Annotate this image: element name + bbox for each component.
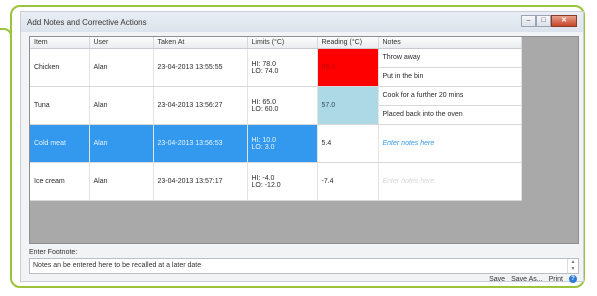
limit-lo: LO: 74.0 bbox=[251, 67, 279, 75]
cell-user[interactable]: Alan bbox=[89, 162, 154, 201]
cell-taken-at[interactable]: 23-04-2013 13:55:55 bbox=[153, 48, 248, 87]
minimize-button[interactable]: – bbox=[521, 15, 536, 27]
col-header-notes[interactable]: Notes bbox=[378, 37, 522, 49]
cell-taken-at[interactable]: 23-04-2013 13:56:27 bbox=[153, 86, 248, 125]
col-header-user[interactable]: User bbox=[89, 37, 154, 49]
notes-input-cell[interactable]: Enter notes here bbox=[378, 124, 522, 163]
cell-item[interactable]: Cold meat bbox=[30, 124, 90, 163]
table-row-chicken[interactable]: Chicken Alan 23-04-2013 13:55:55 HI: 78.… bbox=[30, 48, 522, 87]
window-title: Add Notes and Corrective Actions bbox=[27, 18, 147, 27]
cell-taken-at[interactable]: 23-04-2013 13:57:17 bbox=[153, 162, 248, 201]
limit-hi: HI: 65.0 bbox=[251, 98, 277, 106]
cell-reading[interactable]: 5.4 bbox=[317, 124, 379, 163]
cell-reading-out-of-range[interactable]: 69.0 bbox=[317, 48, 379, 87]
cell-limits[interactable]: HI: -4.0 LO: -12.0 bbox=[247, 162, 318, 201]
maximize-button[interactable]: □ bbox=[536, 15, 551, 27]
cell-user[interactable]: Alan bbox=[89, 124, 154, 163]
footnote-text[interactable]: Notes an be entered here to be recalled … bbox=[33, 262, 201, 269]
cell-limits[interactable]: HI: 65.0 LO: 60.0 bbox=[247, 86, 318, 125]
limit-hi: HI: 78.0 bbox=[251, 60, 277, 68]
cell-limits[interactable]: HI: 10.0 LO: 3.0 bbox=[247, 124, 318, 163]
limit-lo: LO: 3.0 bbox=[251, 143, 275, 151]
save-as-button[interactable]: Save As... bbox=[511, 276, 543, 283]
note-entry[interactable]: Placed back into the oven bbox=[379, 106, 521, 124]
header-row: Item User Taken At Limits (°C) Reading (… bbox=[30, 37, 522, 49]
table-row-ice-cream[interactable]: Ice cream Alan 23-04-2013 13:57:17 HI: -… bbox=[30, 162, 522, 201]
cell-item[interactable]: Tuna bbox=[30, 86, 90, 125]
cell-user[interactable]: Alan bbox=[89, 86, 154, 125]
save-button[interactable]: Save bbox=[489, 276, 505, 283]
cell-limits[interactable]: HI: 78.0 LO: 74.0 bbox=[247, 48, 318, 87]
notes-input-placeholder[interactable]: Enter notes here bbox=[383, 140, 435, 147]
note-entry[interactable]: Put in the bin bbox=[379, 68, 521, 86]
help-icon[interactable]: ? bbox=[569, 275, 577, 283]
limit-lo: LO: 60.0 bbox=[251, 105, 279, 113]
notes-input-cell[interactable]: Enter notes here bbox=[378, 162, 522, 201]
table-row-tuna[interactable]: Tuna Alan 23-04-2013 13:56:27 HI: 65.0 L… bbox=[30, 86, 522, 125]
col-header-item[interactable]: Item bbox=[30, 37, 90, 49]
close-button[interactable]: ✕ bbox=[551, 15, 577, 27]
cell-reading[interactable]: -7.4 bbox=[317, 162, 379, 201]
cell-notes: Cook for a further 20 mins Placed back i… bbox=[378, 86, 522, 125]
cell-taken-at[interactable]: 23-04-2013 13:56:53 bbox=[153, 124, 248, 163]
col-header-taken-at[interactable]: Taken At bbox=[153, 37, 248, 49]
cell-notes: Throw away Put in the bin bbox=[378, 48, 522, 87]
cell-item[interactable]: Chicken bbox=[30, 48, 90, 87]
table-row-cold-meat-selected[interactable]: Cold meat Alan 23-04-2013 13:56:53 HI: 1… bbox=[30, 124, 522, 163]
window-controls: – □ ✕ bbox=[521, 15, 577, 28]
print-button[interactable]: Print bbox=[549, 276, 563, 283]
title-bar: Add Notes and Corrective Actions – □ ✕ bbox=[21, 12, 583, 32]
col-header-limits[interactable]: Limits (°C) bbox=[247, 37, 318, 49]
limit-lo: LO: -12.0 bbox=[251, 181, 281, 189]
dialog-window: Add Notes and Corrective Actions – □ ✕ I… bbox=[20, 11, 584, 283]
data-grid: Item User Taken At Limits (°C) Reading (… bbox=[29, 36, 579, 244]
action-bar: Save Save As... Print ? bbox=[489, 275, 577, 283]
notes-table: Item User Taken At Limits (°C) Reading (… bbox=[30, 37, 522, 201]
limit-hi: HI: -4.0 bbox=[251, 174, 275, 182]
limit-hi: HI: 10.0 bbox=[251, 136, 277, 144]
footnote-scrollbar[interactable]: ▲ ▼ bbox=[567, 259, 578, 273]
note-entry[interactable]: Cook for a further 20 mins bbox=[378, 87, 520, 106]
cell-item[interactable]: Ice cream bbox=[30, 162, 90, 201]
footnote-field[interactable]: Notes an be entered here to be recalled … bbox=[29, 258, 579, 274]
notes-input-placeholder[interactable]: Enter notes here bbox=[383, 178, 435, 185]
footnote-label: Enter Footnote: bbox=[29, 249, 78, 256]
note-entry[interactable]: Throw away bbox=[378, 49, 520, 68]
cell-reading-low[interactable]: 57.0 bbox=[317, 86, 379, 125]
col-header-reading[interactable]: Reading (°C) bbox=[317, 37, 379, 49]
cell-user[interactable]: Alan bbox=[89, 48, 154, 87]
